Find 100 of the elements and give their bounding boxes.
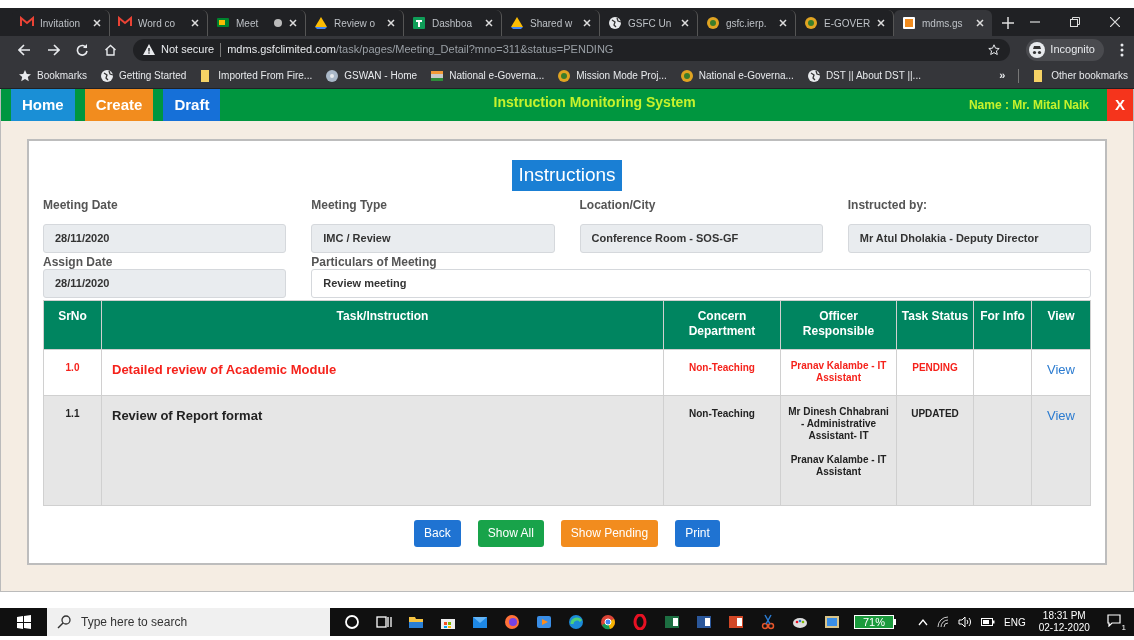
media-player-icon[interactable] xyxy=(536,614,552,630)
emblem-icon xyxy=(804,16,818,30)
bookmark[interactable]: Other bookmarks xyxy=(1032,68,1128,83)
back-arrow-icon[interactable] xyxy=(18,43,31,56)
close-icon[interactable] xyxy=(583,19,591,27)
restore-icon[interactable] xyxy=(1070,17,1080,27)
notification-button[interactable]: 1 xyxy=(1106,614,1125,630)
wifi-icon[interactable] xyxy=(937,616,949,628)
close-icon[interactable] xyxy=(681,19,689,27)
action-button[interactable]: Back xyxy=(414,519,461,547)
emblem-icon xyxy=(706,16,720,30)
nav-button[interactable]: Draft xyxy=(163,89,221,121)
document-app-icon[interactable] xyxy=(696,614,712,630)
globe-icon xyxy=(100,68,114,83)
field-label: Particulars of Meeting xyxy=(311,253,438,269)
battery-icon[interactable] xyxy=(981,618,995,626)
close-icon[interactable] xyxy=(485,19,493,27)
field-label: Meeting Date xyxy=(43,196,119,212)
disc-icon xyxy=(325,68,340,83)
tab-title: Invitation xyxy=(40,16,82,31)
battery-indicator: 71% xyxy=(854,615,896,629)
incognito-icon xyxy=(1029,41,1046,58)
app-title: Instruction Monitoring System xyxy=(492,93,697,112)
task-text: Detailed review of Academic Module xyxy=(112,361,337,377)
officer-name: Pranav Kalambe - IT Assistant xyxy=(789,359,888,384)
scissors-icon[interactable] xyxy=(760,614,776,630)
more-bookmarks-button[interactable]: » xyxy=(999,67,1006,84)
input-field[interactable]: 28/11/2020 xyxy=(43,223,287,253)
clock[interactable]: 18:31 PM 02-12-2020 xyxy=(1038,610,1090,634)
field-label: Location/City xyxy=(579,196,657,212)
star-icon[interactable] xyxy=(988,43,1001,56)
spreadsheet-app-icon[interactable] xyxy=(664,614,680,630)
profile-button[interactable]: Incognito xyxy=(1026,38,1104,61)
column-header: Officer Responsible xyxy=(802,308,875,338)
close-icon[interactable] xyxy=(976,19,984,27)
folder-icon[interactable] xyxy=(408,614,424,630)
nav-button[interactable]: Home xyxy=(11,89,75,121)
photo-viewer-icon[interactable] xyxy=(824,614,840,630)
close-icon[interactable] xyxy=(93,19,101,27)
speaker-icon[interactable] xyxy=(958,616,972,628)
close-icon[interactable] xyxy=(779,19,787,27)
input-field[interactable]: Mr Atul Dholakia - Deputy Director xyxy=(847,223,1091,253)
field-label: Instructed by: xyxy=(847,196,929,212)
close-icon[interactable] xyxy=(877,19,885,27)
input-field[interactable]: 28/11/2020 xyxy=(43,268,287,298)
close-icon[interactable] xyxy=(289,19,297,27)
input-field[interactable]: Review meeting xyxy=(311,268,1091,298)
bookmark[interactable]: Mission Mode Proj... xyxy=(557,68,667,83)
browser-tab[interactable]: mdms.gs xyxy=(894,10,992,36)
close-icon[interactable] xyxy=(1110,17,1120,27)
ring-icon[interactable] xyxy=(632,614,648,630)
flag-icon xyxy=(430,68,445,83)
triangle-icon xyxy=(314,16,328,30)
tab-title: Dashboa xyxy=(432,16,474,31)
input-field[interactable]: IMC / Review xyxy=(311,223,555,253)
chevron-up-icon[interactable] xyxy=(918,618,928,626)
field-label: Meeting Type xyxy=(311,196,389,212)
triangle-icon xyxy=(510,16,524,30)
task-view-icon[interactable] xyxy=(376,614,392,630)
bookmark[interactable]: DST || About DST ||... xyxy=(806,68,921,83)
column-header: For Info xyxy=(980,308,1025,323)
tab-title: gsfc.ierp. xyxy=(726,16,768,31)
bookmark[interactable]: Imported From Fire... xyxy=(199,68,313,83)
page-heading: Instructions xyxy=(512,160,622,191)
tab-title: Shared w xyxy=(530,16,574,31)
presentation-app-icon[interactable] xyxy=(728,614,744,630)
bookmark[interactable]: National e-Governa... xyxy=(679,68,794,83)
officer-name: Pranav Kalambe - IT Assistant xyxy=(789,453,888,478)
status-text: PENDING xyxy=(912,361,958,373)
search-field[interactable]: Type here to search xyxy=(47,608,330,636)
address-bar[interactable]: Not secure mdms.gsfclimited.com/task/pages/Meeting_Detail?mno=311&status=PENDING xyxy=(133,38,1011,61)
home-icon[interactable] xyxy=(104,43,117,56)
mail-icon[interactable] xyxy=(472,614,488,630)
bookmark[interactable]: Getting Started xyxy=(100,68,187,83)
view-link[interactable]: View xyxy=(1047,407,1075,423)
warning-icon xyxy=(143,44,155,55)
reload-icon[interactable] xyxy=(76,43,88,56)
spreadsheet-icon xyxy=(412,16,426,30)
message-icon xyxy=(1106,614,1121,627)
close-icon[interactable] xyxy=(387,19,395,27)
column-header: View xyxy=(1047,308,1075,323)
input-field[interactable]: Conference Room - SOS-GF xyxy=(579,223,823,253)
bookmark[interactable]: National e-Governa... xyxy=(430,68,545,83)
bookmark[interactable]: Bookmarks xyxy=(18,68,87,83)
emblem-icon xyxy=(557,68,572,83)
language-indicator[interactable]: ENG xyxy=(1004,614,1026,630)
bookmark[interactable]: GSWAN - Home xyxy=(325,68,418,83)
column-header: SrNo xyxy=(58,308,87,323)
action-button[interactable]: Print xyxy=(675,519,720,547)
windows-start-icon[interactable] xyxy=(16,615,31,629)
globe-icon xyxy=(608,16,622,30)
close-button[interactable]: X xyxy=(1107,89,1133,121)
new-tab-icon[interactable] xyxy=(1002,17,1014,29)
forward-arrow-icon[interactable] xyxy=(47,43,60,56)
close-icon[interactable] xyxy=(191,19,199,27)
view-link[interactable]: View xyxy=(1047,361,1075,377)
table-cell: 1.0 xyxy=(65,361,80,373)
search-icon xyxy=(57,615,71,629)
column-header: Task/Instruction xyxy=(336,308,429,323)
more-icon[interactable] xyxy=(1120,42,1124,57)
